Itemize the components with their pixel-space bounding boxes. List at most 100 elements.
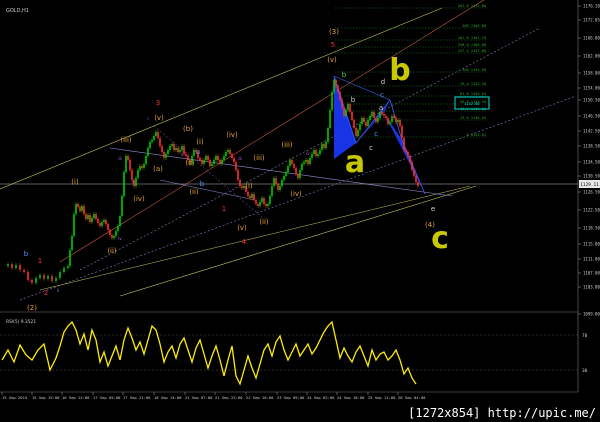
candle-body xyxy=(103,220,105,222)
price-tick-label: 1162.00 xyxy=(583,54,600,59)
price-tick-label: 1138.50 xyxy=(583,144,600,149)
candle-body xyxy=(199,158,201,160)
candle-body xyxy=(185,154,187,156)
candle-body xyxy=(401,126,403,138)
candle-body xyxy=(319,150,321,154)
candle-body xyxy=(211,164,213,166)
candle-body xyxy=(135,178,137,186)
candle-body xyxy=(375,118,377,122)
candle-body xyxy=(217,156,219,160)
rsi-title: RSI(5) 9.3521 xyxy=(6,319,36,325)
price-tick-label: 1103.00 xyxy=(583,285,600,290)
candle-body xyxy=(249,196,251,198)
candle-body xyxy=(43,275,45,279)
candle-body xyxy=(59,272,61,278)
candle-body xyxy=(255,200,257,204)
price-tick-label: 1118.50 xyxy=(583,226,600,231)
candle-body xyxy=(381,112,383,114)
candle-body xyxy=(417,182,419,186)
price-tick-label: 1122.50 xyxy=(583,208,600,213)
candle-body xyxy=(315,150,317,156)
time-tick-label: 23 Sep 09:00 xyxy=(277,395,305,400)
candle-body xyxy=(79,207,81,211)
candle-body xyxy=(19,265,21,270)
candle-body xyxy=(69,250,71,266)
candle-body xyxy=(415,176,417,182)
current-price-label: 1129.11 xyxy=(580,182,599,188)
wave-label: c xyxy=(380,91,384,99)
candle-body xyxy=(177,148,179,152)
price-tick-label: 1176.10 xyxy=(583,4,600,9)
candle-body xyxy=(235,162,237,170)
candle-body xyxy=(163,152,165,158)
price-tick-label: 1130.50 xyxy=(583,174,600,179)
candle-body xyxy=(119,216,121,226)
candle-body xyxy=(121,196,123,216)
watermark: [1272x854] http://upic.me/ xyxy=(408,406,596,420)
candle-body xyxy=(149,142,151,148)
price-chart[interactable]: GOLD,H1 261.8 1172.80200 1166.00161.8 11… xyxy=(0,0,600,422)
candle-body xyxy=(361,118,363,124)
price-tick-label: 1166.00 xyxy=(583,36,600,41)
price-tick-label: 1115.00 xyxy=(583,242,600,247)
candle-body xyxy=(227,150,229,152)
price-tick-label: 1158.00 xyxy=(583,71,600,76)
candle-body xyxy=(373,112,375,118)
candle-body xyxy=(265,204,267,206)
candle-body xyxy=(237,170,239,180)
candle-body xyxy=(395,118,397,122)
wave-label: (ii) xyxy=(107,247,117,255)
candle-body xyxy=(285,172,287,176)
candle-body xyxy=(341,100,343,108)
candle-body xyxy=(397,120,399,122)
candle-body xyxy=(81,206,83,211)
wave-label: (a) xyxy=(153,165,163,173)
candle-body xyxy=(89,215,91,222)
candle-body xyxy=(337,86,339,92)
wave-label: e xyxy=(431,205,435,213)
wave-label: (3) xyxy=(329,28,339,36)
candle-body xyxy=(93,214,95,218)
candle-body xyxy=(63,268,65,272)
fib-level-label: 23.6 1146.42 xyxy=(460,116,486,120)
wave-label: a xyxy=(379,104,383,112)
wave-label: 2 xyxy=(44,289,48,297)
candle-body xyxy=(35,278,37,283)
wave-label: b xyxy=(389,53,410,88)
candle-body xyxy=(277,184,279,190)
candle-body xyxy=(75,204,77,214)
candle-body xyxy=(387,118,389,124)
candle-body xyxy=(11,264,13,268)
candle-body xyxy=(209,160,211,166)
time-tick-label: 16 Sep 12:00 xyxy=(62,395,90,400)
candle-body xyxy=(73,214,75,236)
candle-body xyxy=(229,150,231,154)
candle-body xyxy=(299,170,301,178)
candle-body xyxy=(349,104,351,112)
fib-level-label: 127.2 1157.88 xyxy=(458,49,486,53)
candle-body xyxy=(297,174,299,178)
candle-body xyxy=(313,150,315,154)
candle-body xyxy=(71,236,73,250)
candle-body xyxy=(105,220,107,224)
candle-body xyxy=(367,120,369,126)
candle-body xyxy=(271,186,273,196)
candle-body xyxy=(323,144,325,148)
candle-body xyxy=(193,150,195,156)
candle-body xyxy=(239,180,241,186)
candle-body xyxy=(141,166,143,168)
wave-label: i xyxy=(147,116,148,121)
candle-body xyxy=(111,235,113,238)
candle-body xyxy=(273,178,275,186)
candle-body xyxy=(411,162,413,170)
candle-body xyxy=(403,138,405,150)
candle-body xyxy=(205,156,207,160)
wave-label: (v) xyxy=(154,114,164,122)
time-tick-label: 24 Sep 02:00 xyxy=(307,395,335,400)
candle-body xyxy=(115,231,117,236)
wave-label: i xyxy=(29,278,30,283)
candle-body xyxy=(391,116,393,122)
candle-body xyxy=(15,265,17,268)
wave-label: (i) xyxy=(71,178,79,186)
candle-body xyxy=(109,230,111,235)
